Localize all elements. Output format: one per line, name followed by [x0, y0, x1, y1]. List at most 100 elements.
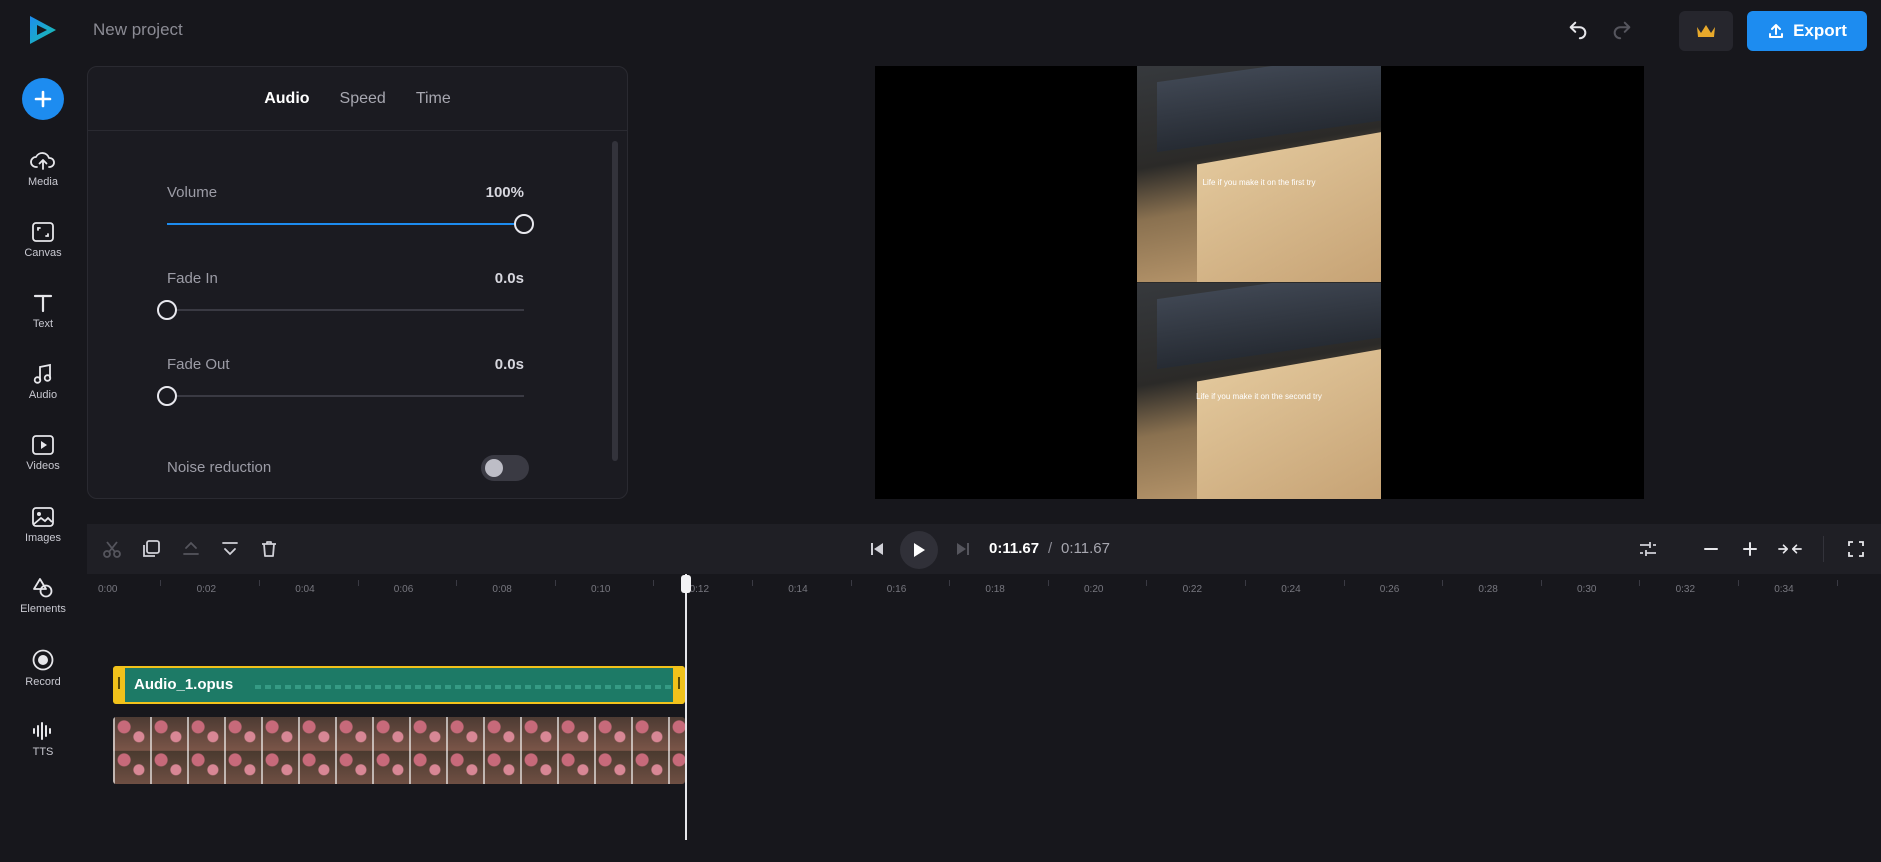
ruler-label: 0:30	[1577, 584, 1597, 595]
panel-scrollbar[interactable]	[612, 141, 618, 461]
ruler-label: 0:00	[98, 584, 118, 595]
sidebar-item-text[interactable]: Text	[8, 292, 78, 330]
sidebar-item-record[interactable]: Record	[8, 648, 78, 688]
premium-button[interactable]	[1679, 11, 1733, 51]
sidebar-item-videos[interactable]: Videos	[8, 434, 78, 472]
sidebar-item-elements[interactable]: Elements	[8, 577, 78, 615]
tab-audio[interactable]: Audio	[264, 90, 309, 108]
music-note-icon	[33, 363, 52, 384]
volume-slider[interactable]	[167, 214, 534, 234]
waveform-icon	[33, 722, 51, 740]
preview-video-top: Life if you make it on the first try	[1137, 66, 1381, 282]
ruler-label: 0:12	[689, 584, 710, 595]
editor-app: New project Export Media Canvas Text Aud…	[0, 0, 1881, 862]
fade-in-slider[interactable]	[157, 300, 524, 320]
sidebar-item-images[interactable]: Images	[8, 506, 78, 544]
preview-frame: Life if you make it on the first try Lif…	[1137, 66, 1381, 499]
ruler-tick	[1442, 580, 1444, 586]
video-preview[interactable]: Life if you make it on the first try Lif…	[875, 66, 1644, 499]
upload-cloud-icon	[30, 152, 55, 170]
fullscreen-icon[interactable]	[1844, 537, 1868, 561]
ruler-tick	[751, 580, 753, 586]
sidebar-item-audio[interactable]: Audio	[8, 363, 78, 401]
sidebar-item-label: Text	[32, 318, 54, 330]
undo-icon[interactable]	[1564, 16, 1592, 44]
timeline-ruler[interactable]: 0:00 0:02 0:04 0:06 0:08 0:10 0:12 0:14 0:16 0:18…	[87, 574, 1881, 604]
ruler-label: 0:02	[196, 584, 217, 595]
add-button[interactable]	[22, 78, 64, 120]
sidebar-item-label: Audio	[28, 389, 58, 401]
toggle-knob	[485, 459, 503, 477]
ruler-label: 0:16	[886, 584, 907, 595]
timeline-toolbar	[87, 524, 1881, 574]
adjust-icon[interactable]	[1636, 537, 1660, 561]
caption-top: Life if you make it on the first try	[1202, 178, 1316, 187]
sidebar-item-media[interactable]: Media	[8, 150, 78, 188]
ruler-tick	[653, 580, 655, 586]
audio-clip[interactable]: Audio_1.opus	[113, 666, 685, 704]
project-title[interactable]: New project	[93, 20, 183, 40]
ruler-tick	[456, 580, 458, 586]
ruler-label: 0:24	[1281, 584, 1301, 595]
ruler-tick	[1836, 580, 1838, 586]
tab-time[interactable]: Time	[416, 90, 451, 108]
ruler-label: 0:34	[1774, 584, 1794, 595]
canvas-resize-icon	[32, 222, 54, 242]
current-time: 0:11.67	[989, 540, 1040, 557]
panel-tabs: Audio Speed Time	[88, 67, 627, 131]
plus-icon	[34, 90, 52, 108]
ruler-tick	[258, 580, 260, 586]
ruler-label: 0:14	[788, 584, 808, 595]
preview-video-bottom: Life if you make it on the second try	[1137, 283, 1381, 499]
duplicate-icon[interactable]	[139, 537, 163, 561]
ruler-tick	[949, 580, 951, 586]
move-down-icon[interactable]	[218, 537, 242, 561]
ruler-label: 0:26	[1379, 584, 1400, 595]
ruler-tick	[850, 580, 852, 586]
app-logo[interactable]	[26, 13, 60, 47]
sidebar-item-label: TTS	[32, 746, 54, 758]
fade-out-slider[interactable]	[157, 386, 524, 406]
redo-icon[interactable]	[1608, 16, 1636, 44]
video-clip[interactable]	[113, 717, 685, 784]
noise-reduction-toggle[interactable]	[481, 455, 529, 481]
playhead-handle[interactable]	[681, 575, 691, 593]
upload-icon	[1769, 24, 1784, 38]
time-separator: /	[1048, 540, 1053, 557]
fade-out-slider-knob[interactable]	[157, 386, 177, 406]
fade-out-value: 0.0s	[494, 356, 524, 373]
skip-forward-icon[interactable]	[951, 537, 975, 561]
clip-trim-handle-right[interactable]	[673, 666, 685, 704]
image-icon	[32, 507, 54, 527]
sidebar-item-label: Videos	[26, 460, 60, 472]
record-icon	[32, 649, 54, 671]
move-up-icon[interactable]	[179, 537, 203, 561]
export-label: Export	[1793, 21, 1847, 40]
fit-timeline-icon[interactable]	[1778, 537, 1802, 561]
ruler-tick	[1244, 580, 1246, 586]
delete-icon[interactable]	[257, 537, 281, 561]
ruler-label: 0:10	[591, 584, 611, 595]
sidebar-item-canvas[interactable]: Canvas	[8, 221, 78, 259]
ruler-label: 0:06	[393, 584, 414, 595]
ruler-tick	[357, 580, 359, 586]
zoom-in-icon[interactable]	[1738, 537, 1762, 561]
play-button[interactable]	[900, 531, 938, 569]
tab-speed[interactable]: Speed	[340, 90, 386, 108]
crown-icon	[1697, 25, 1715, 37]
clip-trim-handle-left[interactable]	[113, 666, 125, 704]
split-icon[interactable]	[100, 537, 124, 561]
fade-in-slider-knob[interactable]	[157, 300, 177, 320]
ruler-tick	[1343, 580, 1345, 586]
zoom-out-icon[interactable]	[1699, 537, 1723, 561]
shapes-icon	[33, 578, 53, 598]
skip-back-icon[interactable]	[865, 537, 889, 561]
volume-slider-knob[interactable]	[514, 214, 534, 234]
volume-slider-fill	[167, 223, 524, 225]
sidebar-item-tts[interactable]: TTS	[8, 720, 78, 758]
fade-out-label: Fade Out	[167, 356, 230, 373]
ruler-label: 0:04	[295, 584, 315, 595]
export-button[interactable]: Export	[1747, 11, 1867, 51]
ruler-tick	[1047, 580, 1049, 586]
playhead-line[interactable]	[685, 574, 687, 840]
